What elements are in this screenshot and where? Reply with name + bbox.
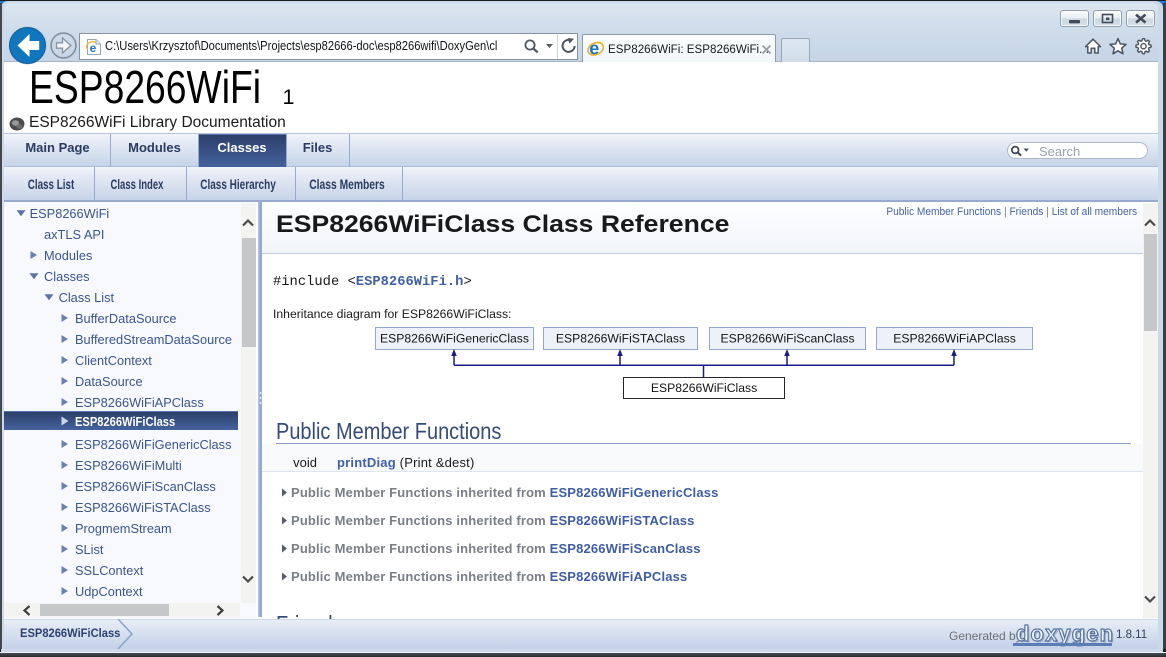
svg-text:ESP8266WiFiClass: ESP8266WiFiClass [651, 381, 757, 395]
svg-text:e: e [90, 41, 97, 55]
svg-text:ESP8266WiFiGenericClass: ESP8266WiFiGenericClass [380, 332, 529, 346]
svg-text:ESP8266WiFiScanClass: ESP8266WiFiScanClass [720, 332, 854, 346]
svg-text:ESP8266WiFiSTAClass: ESP8266WiFiSTAClass [556, 332, 685, 346]
svg-text:ESP8266WiFiAPClass: ESP8266WiFiAPClass [893, 332, 1016, 346]
